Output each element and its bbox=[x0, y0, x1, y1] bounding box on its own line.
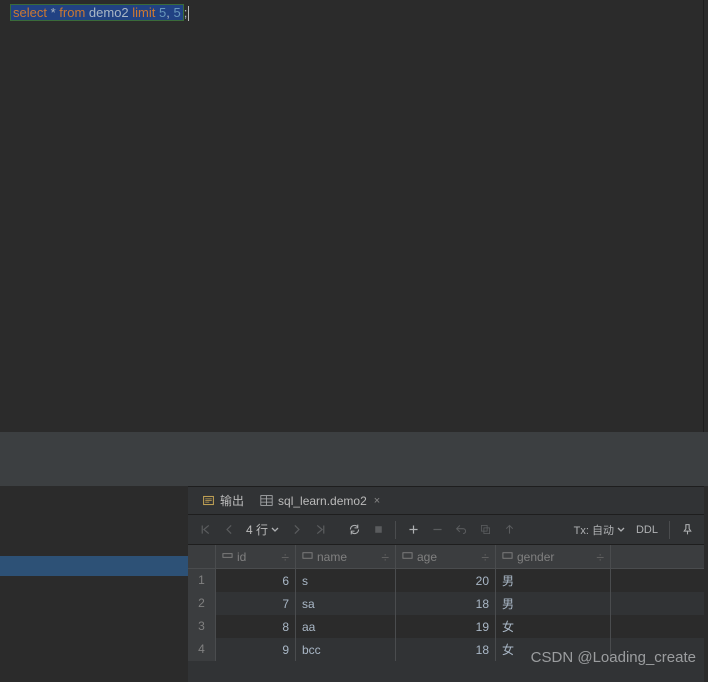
cell-gender[interactable]: 男 bbox=[496, 569, 611, 592]
sql-editor[interactable]: select * from demo2 limit 5, 5; bbox=[0, 0, 704, 432]
column-header-row: id÷ name÷ age÷ gender÷ bbox=[216, 545, 704, 569]
chevron-down-icon bbox=[271, 526, 279, 534]
next-page-button[interactable] bbox=[285, 519, 307, 541]
cell-age[interactable]: 18 bbox=[396, 592, 496, 615]
chevron-down-icon bbox=[617, 526, 625, 534]
ddl-button[interactable]: DDL bbox=[631, 524, 663, 536]
column-icon bbox=[302, 550, 313, 564]
cell-id[interactable]: 9 bbox=[216, 638, 296, 661]
cell-name[interactable]: aa bbox=[296, 615, 396, 638]
tab-dataset-label: sql_learn.demo2 bbox=[278, 494, 367, 508]
pin-button[interactable] bbox=[676, 519, 698, 541]
caret bbox=[188, 6, 189, 21]
sort-icon: ÷ bbox=[281, 549, 289, 565]
comma: , bbox=[166, 5, 170, 20]
column-header-age[interactable]: age÷ bbox=[396, 545, 496, 569]
result-tabs: 输出 sql_learn.demo2 × bbox=[188, 487, 704, 515]
result-table: 1 2 3 4 id÷ name÷ age÷ gender÷ 6 s 20 男 … bbox=[188, 545, 704, 661]
table-icon bbox=[260, 494, 273, 507]
kw-from: from bbox=[59, 5, 85, 20]
clone-row-button[interactable] bbox=[474, 519, 496, 541]
stop-button[interactable] bbox=[367, 519, 389, 541]
column-header-name[interactable]: name÷ bbox=[296, 545, 396, 569]
table-row[interactable]: 8 aa 19 女 bbox=[216, 615, 704, 638]
cell-age[interactable]: 19 bbox=[396, 615, 496, 638]
data-grid: id÷ name÷ age÷ gender÷ 6 s 20 男 7 sa 18 … bbox=[216, 545, 704, 661]
column-header-gender[interactable]: gender÷ bbox=[496, 545, 611, 569]
row-number[interactable]: 1 bbox=[188, 569, 216, 592]
row-number[interactable]: 3 bbox=[188, 615, 216, 638]
commit-button[interactable] bbox=[498, 519, 520, 541]
add-row-button[interactable] bbox=[402, 519, 424, 541]
first-page-button[interactable] bbox=[194, 519, 216, 541]
tx-mode-dropdown[interactable]: Tx: 自动 bbox=[570, 522, 629, 538]
tab-dataset[interactable]: sql_learn.demo2 × bbox=[252, 487, 388, 514]
cell-id[interactable]: 6 bbox=[216, 569, 296, 592]
remove-row-button[interactable] bbox=[426, 519, 448, 541]
refresh-button[interactable] bbox=[343, 519, 365, 541]
revert-button[interactable] bbox=[450, 519, 472, 541]
cell-id[interactable]: 8 bbox=[216, 615, 296, 638]
kw-star: * bbox=[51, 5, 56, 20]
tab-output[interactable]: 输出 bbox=[194, 487, 252, 514]
table-name: demo2 bbox=[89, 5, 129, 20]
key-icon bbox=[222, 550, 233, 564]
kw-select: select bbox=[13, 5, 47, 20]
cell-id[interactable]: 7 bbox=[216, 592, 296, 615]
grid-body: 6 s 20 男 7 sa 18 男 8 aa 19 女 bbox=[216, 569, 704, 661]
gutter-header bbox=[188, 545, 216, 569]
code-line[interactable]: select * from demo2 limit 5, 5; bbox=[0, 0, 703, 25]
sort-icon: ÷ bbox=[381, 549, 389, 565]
cell-gender[interactable]: 女 bbox=[496, 615, 611, 638]
semi: ; bbox=[184, 5, 188, 20]
row-number[interactable]: 2 bbox=[188, 592, 216, 615]
separator bbox=[395, 521, 396, 539]
cell-gender[interactable]: 女 bbox=[496, 638, 611, 661]
column-icon bbox=[502, 550, 513, 564]
num-2: 5 bbox=[174, 5, 181, 20]
output-icon bbox=[202, 494, 215, 507]
cell-name[interactable]: s bbox=[296, 569, 396, 592]
cell-gender[interactable]: 男 bbox=[496, 592, 611, 615]
column-icon bbox=[402, 550, 413, 564]
panel-divider bbox=[0, 432, 708, 486]
cell-name[interactable]: bcc bbox=[296, 638, 396, 661]
last-page-button[interactable] bbox=[309, 519, 331, 541]
row-number[interactable]: 4 bbox=[188, 638, 216, 661]
result-toolbar: 4 行 Tx: 自动 DDL bbox=[188, 515, 704, 545]
close-icon[interactable]: × bbox=[374, 495, 380, 507]
separator bbox=[669, 521, 670, 539]
table-row[interactable]: 7 sa 18 男 bbox=[216, 592, 704, 615]
kw-limit: limit bbox=[132, 5, 155, 20]
table-row[interactable]: 9 bcc 18 女 bbox=[216, 638, 704, 661]
cell-age[interactable]: 20 bbox=[396, 569, 496, 592]
tab-output-label: 输出 bbox=[220, 492, 244, 509]
row-count-label: 4 行 bbox=[242, 521, 283, 538]
column-header-id[interactable]: id÷ bbox=[216, 545, 296, 569]
row-number-gutter: 1 2 3 4 bbox=[188, 545, 216, 661]
cell-name[interactable]: sa bbox=[296, 592, 396, 615]
sort-icon: ÷ bbox=[481, 549, 489, 565]
cell-age[interactable]: 18 bbox=[396, 638, 496, 661]
sort-icon: ÷ bbox=[596, 549, 604, 565]
result-panel: 输出 sql_learn.demo2 × 4 行 Tx: 自动 DDL 1 bbox=[188, 486, 704, 682]
side-highlight bbox=[0, 556, 188, 576]
prev-page-button[interactable] bbox=[218, 519, 240, 541]
table-row[interactable]: 6 s 20 男 bbox=[216, 569, 704, 592]
